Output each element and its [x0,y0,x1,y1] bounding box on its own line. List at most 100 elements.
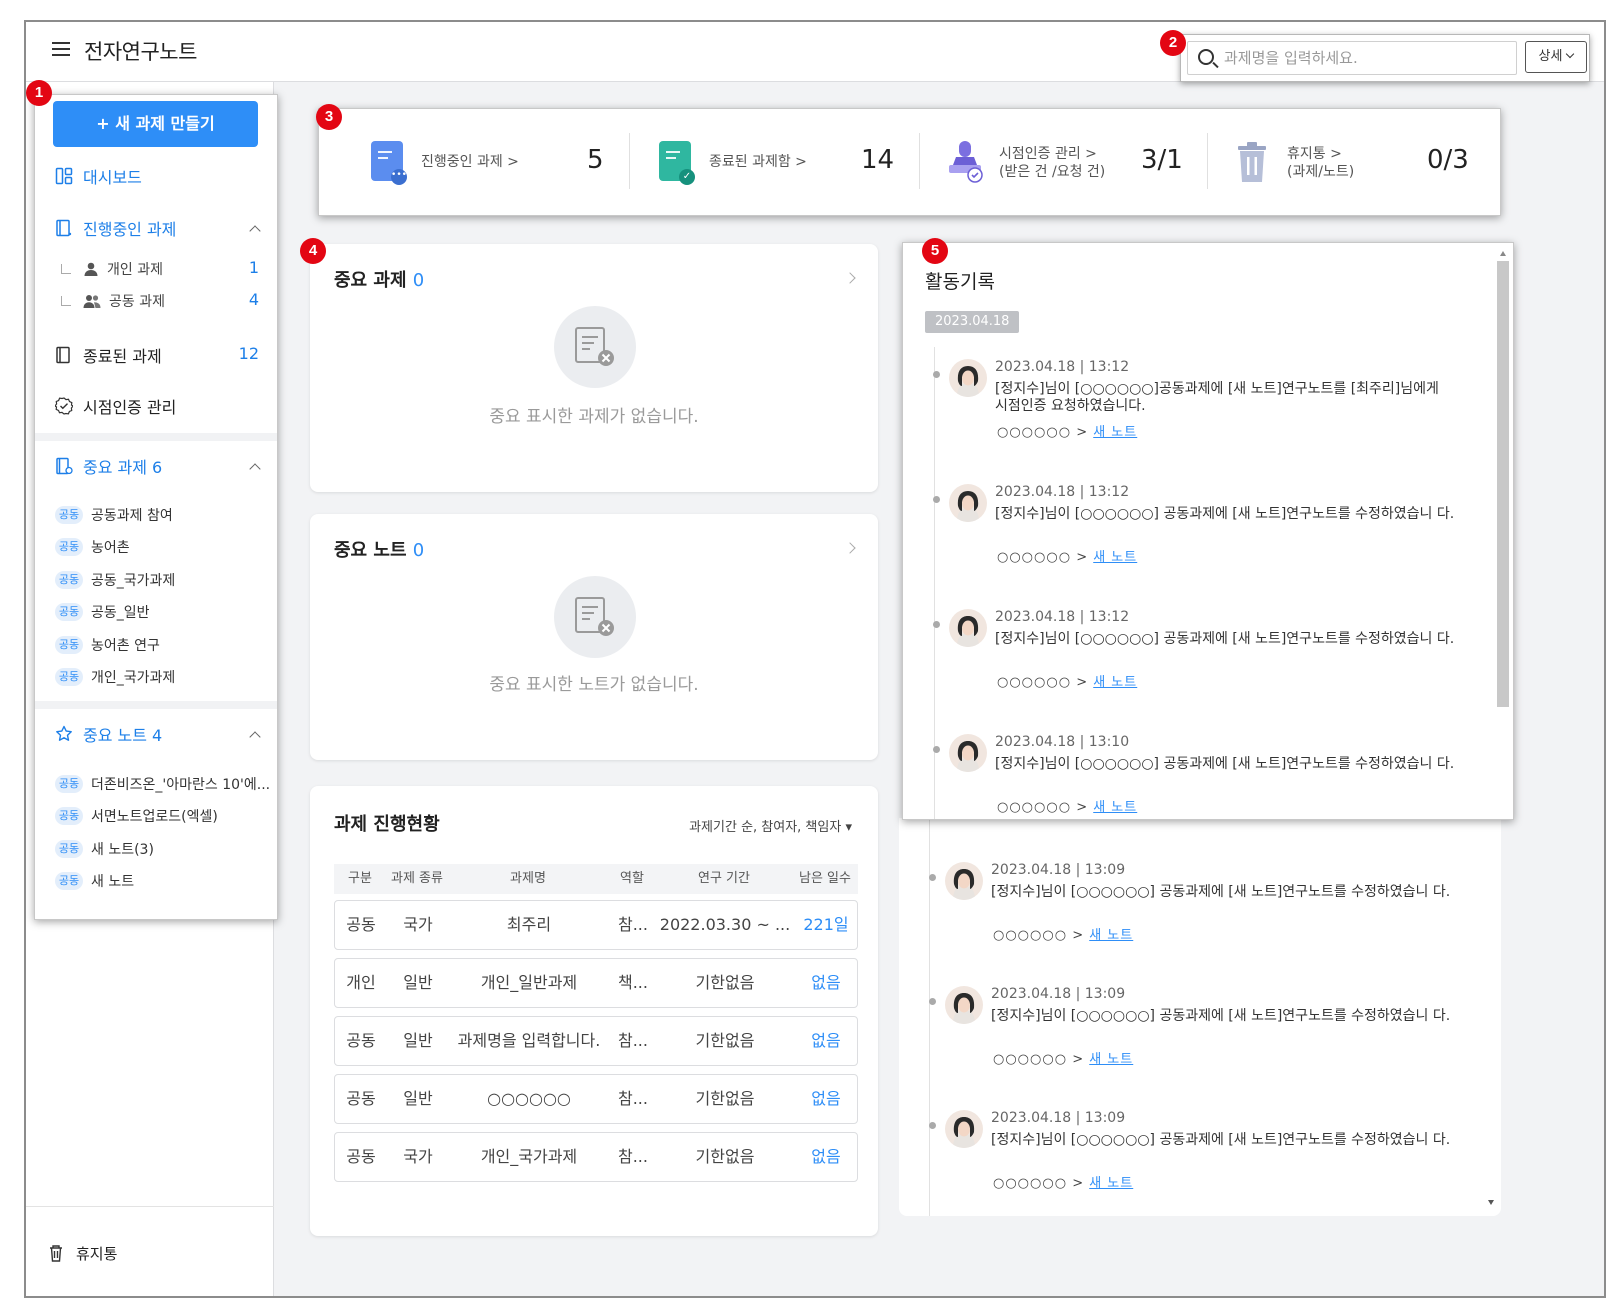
activity-time: 2023.04.18 | 13:12 [995,359,1130,375]
timestamp-label: 시점인증 관리 [83,398,177,417]
timeline-dot [929,1122,936,1129]
cell-kind: 국가 [403,1147,433,1166]
activity-scrollbar[interactable] [1497,251,1509,811]
search-input[interactable] [1224,46,1509,70]
activity-path-link[interactable]: ○○○○○○ > 새 노트 [997,546,1137,565]
cell-type: 공동 [346,1089,376,1108]
table-header: 구분 과제 종류 과제명 역할 연구 기간 남은 일수 [334,864,858,894]
scroll-up-icon[interactable] [1500,251,1506,256]
table-row[interactable]: 공동 국가 개인_국가과제 참... 기한없음 없음 [334,1132,858,1182]
menu-icon[interactable] [52,42,70,56]
cell-period: 기한없음 [695,1147,755,1166]
stat-timestamp[interactable]: 시점인증 관리 > (받은 건 /요청 건) 3/1 [919,109,1207,217]
fav-task-item[interactable]: 공동 공동과제 참여 [55,503,173,527]
fav-task-label: 농어촌 [91,540,130,556]
search-field[interactable] [1187,41,1517,75]
chevron-right-icon[interactable] [844,542,856,554]
stat-trash-label: 휴지통 > (과제/노트) [1287,145,1354,181]
avatar[interactable] [949,359,987,397]
trash-bin-icon [1238,142,1266,182]
fav-note-item[interactable]: 공동 새 노트 [55,869,134,893]
table-row[interactable]: 공동 일반 과제명을 입력합니다. 참... 기한없음 없음 [334,1016,858,1066]
avatar[interactable] [945,986,983,1024]
fav-task-item[interactable]: 공동 농어촌 연구 [55,633,160,657]
col-kind: 과제 종류 [391,871,443,886]
cell-remaining: 없음 [811,1089,841,1108]
fav-task-label: 개인_국가과제 [91,670,176,686]
collapse-fav-notes-icon[interactable] [249,731,261,743]
cell-role: 참... [618,1031,648,1050]
scroll-down-icon[interactable] [1488,1200,1494,1205]
avatar[interactable] [949,734,987,772]
cell-kind: 국가 [403,915,433,934]
avatar[interactable] [949,484,987,522]
fav-task-item[interactable]: 공동 농어촌 [55,535,130,559]
table-row[interactable]: 개인 일반 개인_일반과제 책... 기한없음 없음 [334,958,858,1008]
personal-task-count: 1 [248,258,259,277]
timeline-dot [933,496,940,503]
sort-select[interactable]: 과제기간 순, 참여자, 책임자 ▾ [689,816,852,835]
document-icon: ••• [371,141,407,185]
search-icon[interactable] [1198,49,1214,65]
collapse-fav-tasks-icon[interactable] [249,463,261,475]
avatar[interactable] [945,1110,983,1148]
avatar[interactable] [949,609,987,647]
cell-type: 공동 [346,1031,376,1050]
detail-search-button[interactable]: 상세 [1525,41,1587,73]
document-check-icon: ✓ [659,141,695,185]
stat-trash-value: 0/3 [1427,145,1469,175]
sidebar-item-trash[interactable]: 휴지통 [48,1218,117,1288]
activity-path-link[interactable]: ○○○○○○ > 새 노트 [997,421,1137,440]
timeline-dot [933,371,940,378]
fav-note-item[interactable]: 공동 서면노트업로드(엑셀) [55,804,218,828]
task-progress-title: 과제 진행현황 [334,814,440,835]
stat-ongoing[interactable]: ••• 진행중인 과제 > 5 [319,109,629,217]
activity-text: [정지수]님이 [○○○○○○] 공동과제에 [새 노트]연구노트를 수정하였습… [995,506,1455,522]
activity-path-link[interactable]: ○○○○○○ > 새 노트 [993,924,1133,943]
fav-note-item[interactable]: 공동 새 노트(3) [55,837,154,861]
activity-path-link[interactable]: ○○○○○○ > 새 노트 [993,1172,1133,1191]
callout-marker-2: 2 [1160,30,1186,56]
table-row[interactable]: 공동 국가 최주리 참... 2022.03.30 ~ ... 221일 [334,900,858,950]
activity-path-link[interactable]: ○○○○○○ > 새 노트 [993,1048,1133,1067]
sidebar-panel: + 새 과제 만들기 대시보드 진행중인 과제 개인 과제 1 공동 과제 4 … [34,94,278,920]
cell-remaining: 없음 [811,973,841,992]
important-notes-title-text: 중요 노트 [334,540,407,561]
fav-notes-label: 중요 노트 4 [83,726,163,745]
fav-note-item[interactable]: 공동 더존비즈온_'아마란스 10'에... [55,772,270,796]
sidebar-item-timestamp[interactable]: 시점인증 관리 [55,393,176,419]
new-task-button[interactable]: + 새 과제 만들기 [53,101,258,147]
avatar[interactable] [945,862,983,900]
stat-trash[interactable]: 휴지통 > (과제/노트) 0/3 [1207,109,1501,217]
activity-title: 활동기록 [925,271,995,293]
activity-list-continued: 2023.04.18 | 13:09 [정지수]님이 [○○○○○○] 공동과제… [899,818,1501,1216]
sidebar-item-ongoing[interactable]: 진행중인 과제 [55,215,176,241]
sidebar-item-fav-notes[interactable]: 중요 노트 4 [55,721,162,747]
activity-path-link[interactable]: ○○○○○○ > 새 노트 [997,671,1137,690]
sidebar-item-shared-task[interactable]: 공동 과제 [61,290,165,312]
stat-ongoing-value: 5 [587,145,604,175]
stat-finished[interactable]: ✓ 종료된 과제함 > 14 [629,109,919,217]
fav-task-item[interactable]: 공동 공동_일반 [55,600,150,624]
cell-name: 과제명을 입력합니다. [457,1031,601,1050]
activity-scrollbar-lower [1485,818,1497,1212]
sidebar-divider [26,1206,274,1207]
activity-note-link: 새 노트 [1093,675,1138,690]
sidebar-item-finished[interactable]: 종료된 과제 [55,342,162,368]
scroll-thumb[interactable] [1497,261,1509,707]
collapse-ongoing-icon[interactable] [249,225,261,237]
chevron-right-icon[interactable] [844,272,856,284]
sidebar-item-personal-task[interactable]: 개인 과제 [61,258,163,280]
task-progress-card: 과제 진행현황 과제기간 순, 참여자, 책임자 ▾ 구분 과제 종류 과제명 … [310,786,878,1236]
activity-path-link[interactable]: ○○○○○○ > 새 노트 [997,796,1137,815]
sidebar-item-fav-tasks[interactable]: 중요 과제 6 [55,453,162,479]
important-notes-title: 중요 노트 0 [334,536,424,562]
activity-time: 2023.04.18 | 13:09 [991,986,1126,1002]
table-row[interactable]: 공동 일반 ○○○○○○ 참... 기한없음 없음 [334,1074,858,1124]
sidebar-item-dashboard[interactable]: 대시보드 [55,163,142,189]
cell-name: 개인_국가과제 [480,1147,578,1166]
fav-task-item[interactable]: 공동 공동_국가과제 [55,568,175,592]
dashboard-label: 대시보드 [83,168,142,187]
cell-remaining: 221일 [803,915,849,934]
fav-task-item[interactable]: 공동 개인_국가과제 [55,665,175,689]
